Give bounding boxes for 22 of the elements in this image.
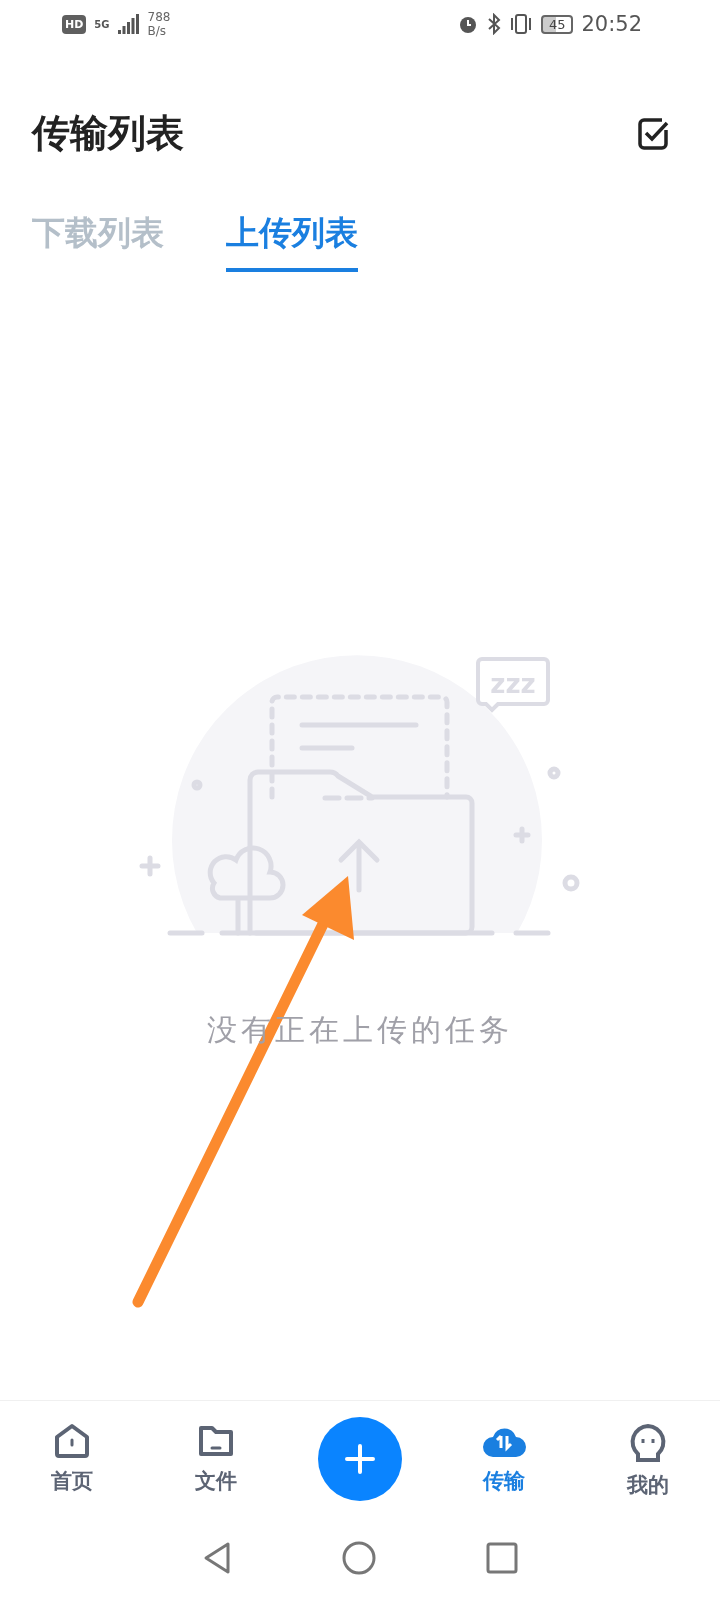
ghost-face-icon xyxy=(628,1423,668,1463)
speed-value: 788 xyxy=(147,10,171,24)
vibrate-icon xyxy=(508,13,533,35)
page-title: 传输列表 xyxy=(32,109,184,157)
folder-icon xyxy=(197,1423,235,1459)
recents-icon[interactable] xyxy=(486,1542,518,1574)
list-tab[interactable]: 上传列表 xyxy=(226,211,358,272)
back-icon[interactable] xyxy=(202,1541,232,1575)
signal-icon xyxy=(117,14,140,34)
plus-icon xyxy=(345,1444,375,1474)
nav-item[interactable]: 文件 xyxy=(144,1417,288,1495)
speed-unit: B/s xyxy=(147,24,168,38)
network-type: 5G xyxy=(94,18,110,30)
clock-time: 20:52 xyxy=(581,12,642,36)
nav-item[interactable]: 首页 xyxy=(0,1417,144,1495)
home-icon xyxy=(53,1423,91,1459)
battery-level: 45 xyxy=(540,14,574,34)
home-circle-icon[interactable] xyxy=(342,1541,376,1575)
hd-badge: HD xyxy=(62,14,87,34)
nav-item[interactable]: 我的 xyxy=(576,1417,720,1499)
nav-item[interactable]: 传输 xyxy=(432,1417,576,1495)
bluetooth-icon xyxy=(486,13,501,35)
